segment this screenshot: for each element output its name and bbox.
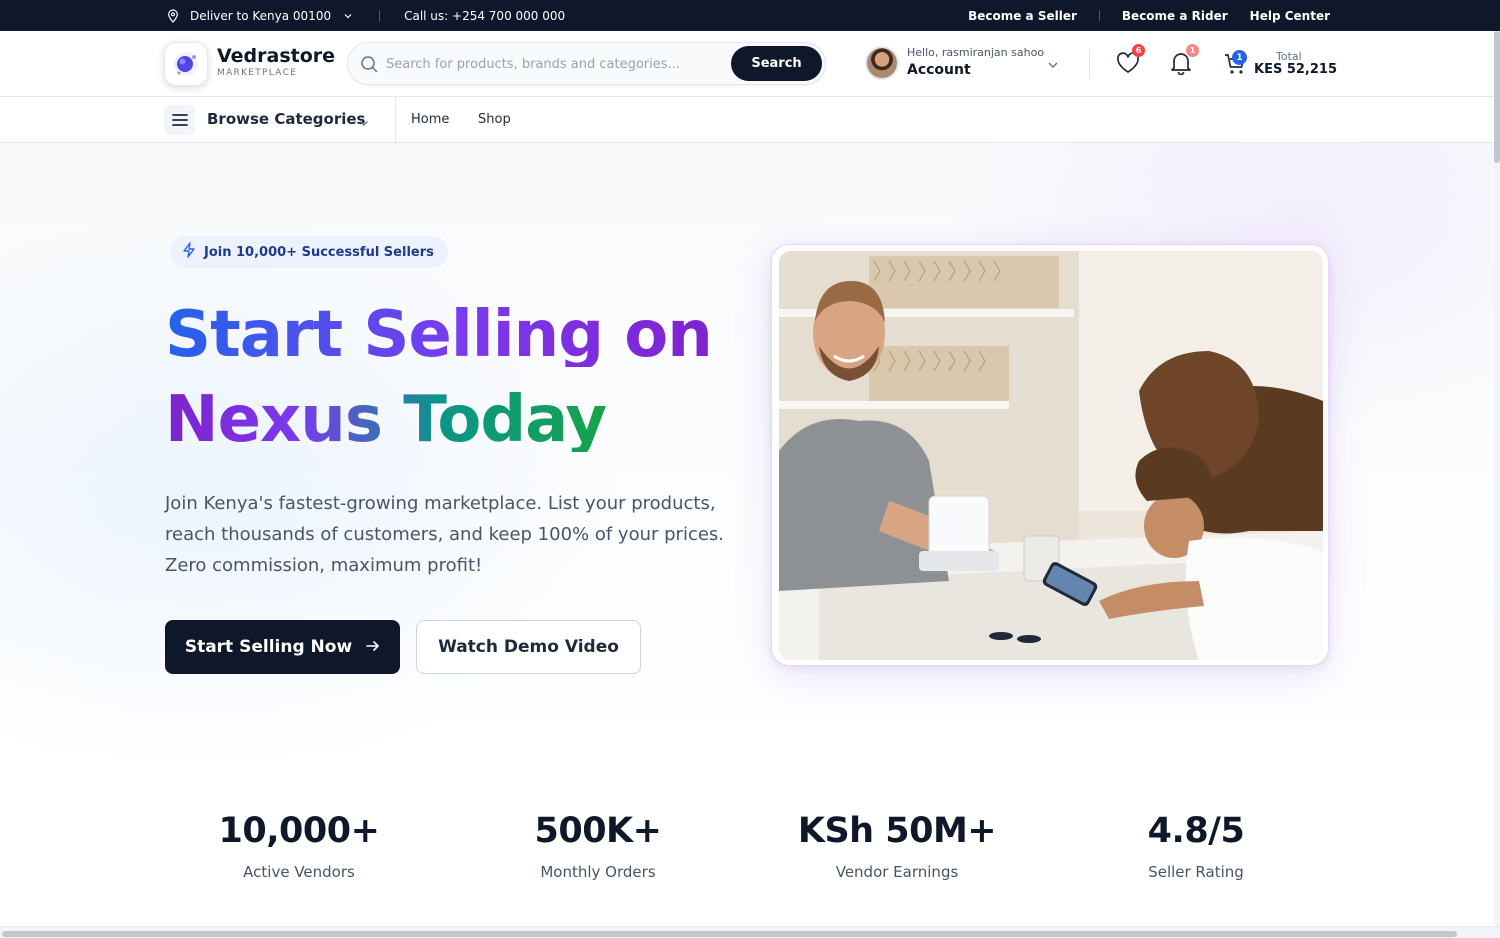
vertical-scrollbar[interactable] xyxy=(1494,31,1500,938)
stat-monthly-orders: 500K+ Monthly Orders xyxy=(478,811,718,881)
hero-heading-line2: Nexus Today xyxy=(165,383,607,457)
hero-description: Join Kenya's fastest-growing marketplace… xyxy=(165,493,725,576)
category-nav: Browse Categories Home Shop xyxy=(0,97,1494,143)
search-icon xyxy=(360,55,378,77)
stat-value: 10,000+ xyxy=(218,811,380,851)
divider xyxy=(379,9,381,22)
scrollbar-thumb[interactable] xyxy=(2,931,1457,937)
hero-photo xyxy=(779,251,1323,660)
divider xyxy=(1098,10,1100,21)
cart-count-badge: 1 xyxy=(1232,50,1247,65)
divider xyxy=(1089,49,1090,79)
deliver-location[interactable]: Deliver to Kenya 00100 xyxy=(190,9,331,23)
stat-label: Monthly Orders xyxy=(540,863,656,881)
chevron-down-icon[interactable] xyxy=(341,9,355,23)
header: Vedrastore MARKETPLACE Search Hello, ras… xyxy=(0,31,1494,97)
stat-value: 500K+ xyxy=(534,811,662,851)
hero-heading-line1: Start Selling on xyxy=(165,298,713,372)
start-selling-label: Start Selling Now xyxy=(184,637,353,657)
stat-label: Seller Rating xyxy=(1148,863,1244,881)
help-center-link[interactable]: Help Center xyxy=(1250,9,1330,23)
wishlist-count-badge: 6 xyxy=(1132,44,1145,57)
greeting-text: Hello, rasmiranjan sahoo xyxy=(907,46,1045,59)
logo-subtitle: MARKETPLACE xyxy=(217,68,298,78)
chevron-down-icon[interactable] xyxy=(358,114,370,133)
stat-value: KSh 50M+ xyxy=(797,811,997,851)
menu-icon[interactable] xyxy=(164,105,195,135)
stat-value: 4.8/5 xyxy=(1147,811,1245,851)
scrollbar-thumb[interactable] xyxy=(1494,31,1500,163)
sellers-badge-text: Join 10,000+ Successful Sellers xyxy=(204,244,434,260)
stat-active-vendors: 10,000+ Active Vendors xyxy=(179,811,419,881)
search-input[interactable] xyxy=(386,52,716,76)
arrow-right-icon xyxy=(366,637,380,657)
divider xyxy=(395,97,396,143)
search-button[interactable]: Search xyxy=(731,46,822,81)
top-bar-left: Deliver to Kenya 00100 Call us: +254 700… xyxy=(166,0,565,31)
location-pin-icon xyxy=(166,8,180,23)
nav-link-home[interactable]: Home xyxy=(411,112,449,127)
cart-total-value[interactable]: KES 52,215 xyxy=(1254,62,1337,77)
become-seller-link[interactable]: Become a Seller xyxy=(968,9,1077,23)
hero-section: Join 10,000+ Successful Sellers Start Se… xyxy=(0,143,1494,926)
horizontal-scrollbar[interactable] xyxy=(0,926,1500,938)
lightning-icon xyxy=(182,242,196,262)
notification-count-badge: 1 xyxy=(1186,44,1199,57)
logo-name[interactable]: Vedrastore xyxy=(217,45,335,67)
top-bar-right: Become a Seller Become a Rider Help Cent… xyxy=(968,0,1330,31)
stat-seller-rating: 4.8/5 Seller Rating xyxy=(1076,811,1316,881)
stat-label: Active Vendors xyxy=(243,863,355,881)
become-rider-link[interactable]: Become a Rider xyxy=(1122,9,1228,23)
avatar[interactable] xyxy=(865,46,899,80)
logo-icon[interactable] xyxy=(164,42,208,86)
browse-categories-button[interactable]: Browse Categories xyxy=(207,110,365,128)
call-us-text[interactable]: Call us: +254 700 000 000 xyxy=(404,9,565,23)
nav-link-shop[interactable]: Shop xyxy=(478,112,511,127)
stat-label: Vendor Earnings xyxy=(835,863,959,881)
start-selling-button[interactable]: Start Selling Now xyxy=(165,620,400,674)
sellers-badge: Join 10,000+ Successful Sellers xyxy=(170,236,448,268)
chevron-down-icon[interactable] xyxy=(1046,57,1060,76)
stat-vendor-earnings: KSh 50M+ Vendor Earnings xyxy=(777,811,1017,881)
top-bar: Deliver to Kenya 00100 Call us: +254 700… xyxy=(0,0,1500,31)
search-bar: Search xyxy=(347,42,826,85)
account-menu[interactable]: Account xyxy=(907,62,971,78)
watch-demo-button[interactable]: Watch Demo Video xyxy=(416,620,641,674)
hero-image-frame xyxy=(771,244,1329,666)
